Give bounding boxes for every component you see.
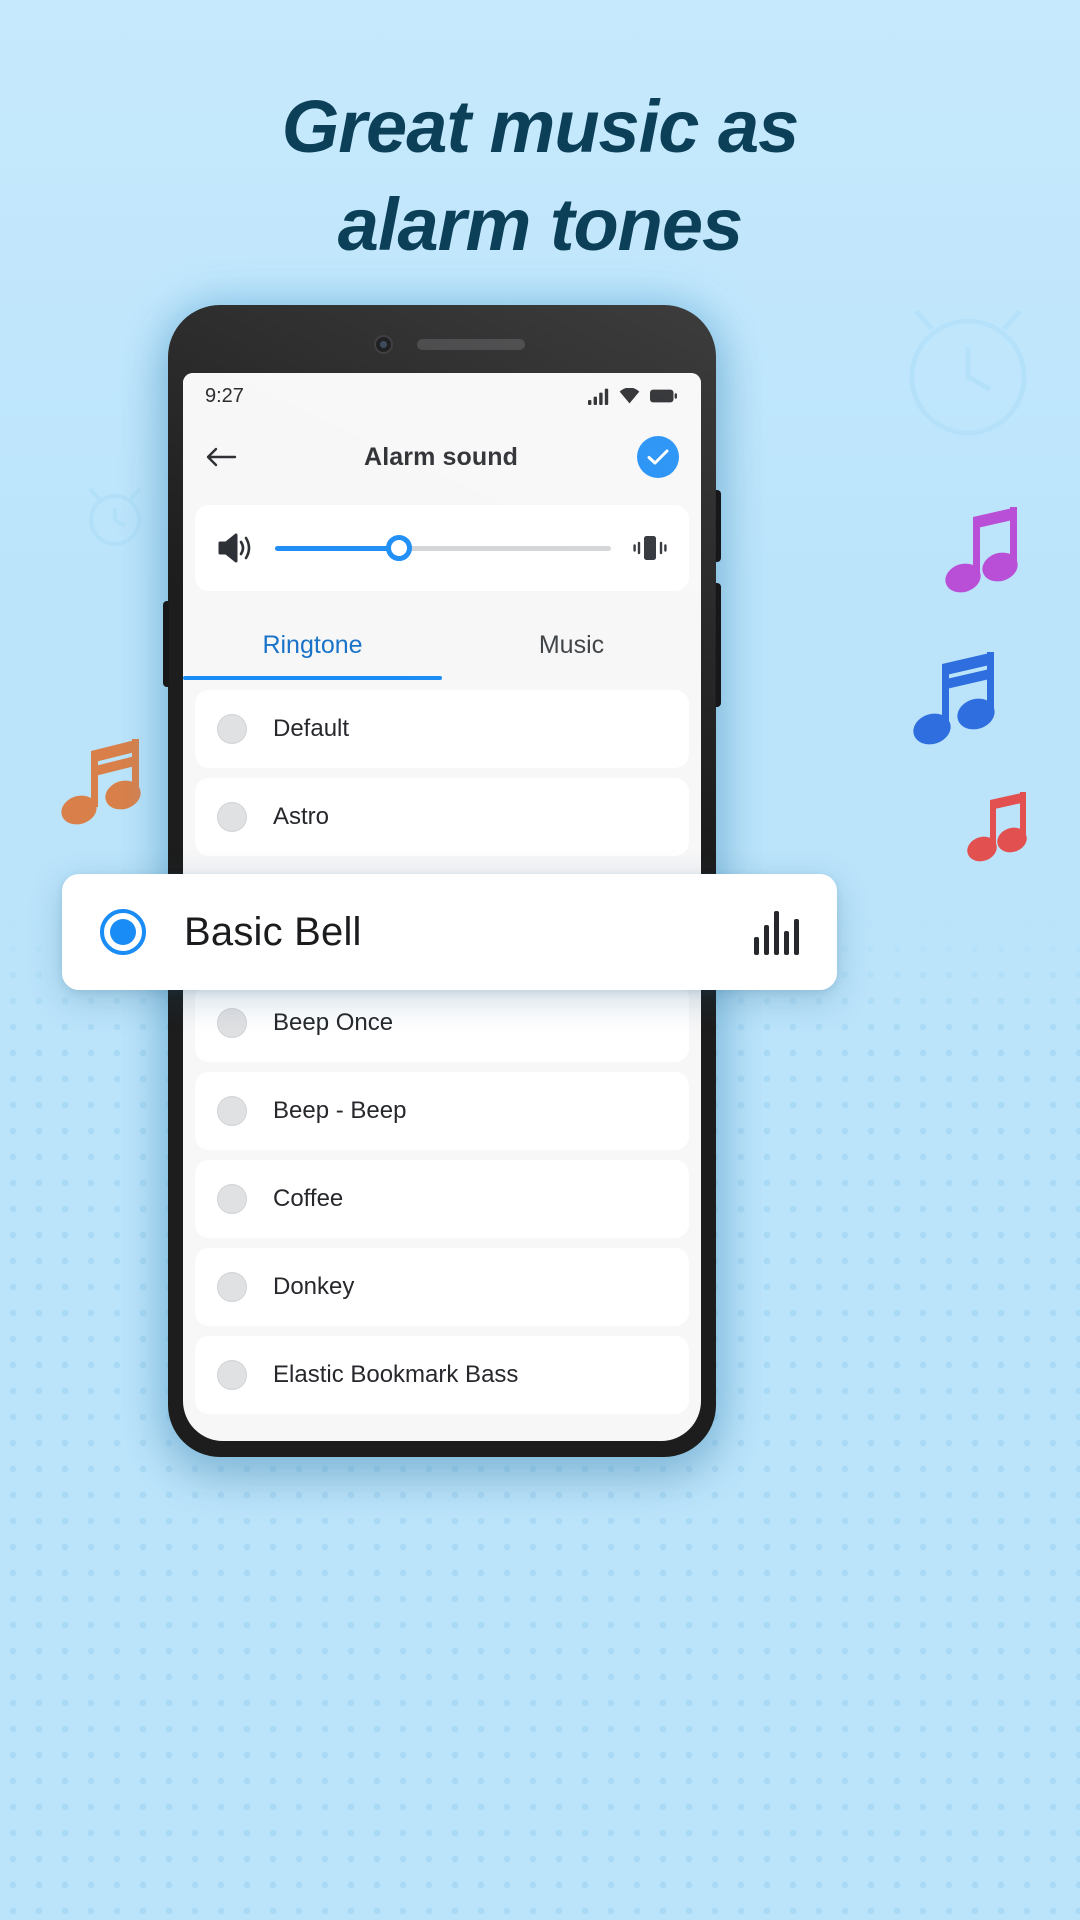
list-item[interactable]: Beep Once <box>195 984 689 1062</box>
status-time: 9:27 <box>205 384 244 407</box>
waveform-icon[interactable] <box>754 909 799 955</box>
sound-label: Beep - Beep <box>273 1097 407 1124</box>
tab-ringtone-underline <box>183 676 442 680</box>
sound-list-bottom: Beep Once Beep - Beep Coffee Donkey Elas… <box>183 984 701 1414</box>
music-note-red-icon <box>967 792 1027 862</box>
back-arrow-icon <box>206 447 237 467</box>
volume-slider-thumb[interactable] <box>386 535 413 561</box>
highlighted-sound-label: Basic Bell <box>184 909 362 954</box>
music-note-purple-icon <box>945 507 1018 593</box>
music-note-blue-icon <box>913 652 995 745</box>
radio-dot <box>110 919 136 945</box>
check-icon <box>647 449 669 465</box>
status-icons <box>588 388 677 405</box>
sound-label: Beep Once <box>273 1009 394 1036</box>
headline-line-1: Great music as <box>281 85 800 168</box>
radio-button[interactable] <box>217 714 247 744</box>
speaker-icon <box>218 533 251 563</box>
sound-label: Default <box>273 715 350 742</box>
vibrate-icon <box>633 536 667 560</box>
list-item[interactable]: Coffee <box>195 1160 689 1238</box>
radio-button[interactable] <box>217 1360 247 1390</box>
list-item[interactable]: Astro <box>195 778 689 856</box>
sound-list-top: Default Astro <box>183 690 701 856</box>
alarm-clock-outline-large-icon <box>909 309 1027 436</box>
page-headline: Great music as alarm tones <box>0 78 1080 274</box>
radio-button-selected[interactable] <box>100 909 146 955</box>
highlighted-sound-card[interactable]: Basic Bell <box>62 874 837 990</box>
battery-icon <box>650 389 677 403</box>
back-button[interactable] <box>205 445 245 469</box>
alarm-clock-outline-small-icon <box>88 487 142 546</box>
headline-line-2: alarm tones <box>337 183 743 266</box>
wifi-icon <box>619 388 640 404</box>
volume-slider-fill <box>275 545 400 551</box>
volume-card <box>195 505 689 591</box>
signal-icon <box>588 388 609 405</box>
phone-side-button-left <box>163 601 169 687</box>
list-item[interactable]: Default <box>195 690 689 768</box>
tab-music[interactable]: Music <box>442 613 701 676</box>
sound-label: Coffee <box>273 1185 344 1212</box>
radio-button[interactable] <box>217 1008 247 1038</box>
front-camera <box>374 335 393 354</box>
list-item[interactable]: Beep - Beep <box>195 1072 689 1150</box>
status-bar: 9:27 <box>183 373 701 419</box>
list-item[interactable]: Donkey <box>195 1248 689 1326</box>
sound-label: Astro <box>273 803 330 830</box>
earpiece-speaker <box>417 339 525 350</box>
volume-slider[interactable] <box>275 535 611 561</box>
page-title: Alarm sound <box>364 442 518 471</box>
radio-button[interactable] <box>217 1096 247 1126</box>
sound-label: Donkey <box>273 1273 355 1300</box>
radio-button[interactable] <box>217 802 247 832</box>
tab-ringtone[interactable]: Ringtone <box>183 613 442 676</box>
phone-side-button-right-top <box>715 490 721 562</box>
tab-music-underline <box>442 676 701 680</box>
phone-side-button-right-bottom <box>715 583 721 707</box>
app-bar: Alarm sound <box>183 419 701 495</box>
radio-button[interactable] <box>217 1272 247 1302</box>
radio-button[interactable] <box>217 1184 247 1214</box>
sound-label: Elastic Bookmark Bass <box>273 1361 519 1388</box>
music-note-orange-icon <box>61 739 141 825</box>
list-item[interactable]: Elastic Bookmark Bass <box>195 1336 689 1414</box>
confirm-button[interactable] <box>637 436 679 478</box>
sound-source-tabs: Ringtone Music <box>183 613 701 680</box>
